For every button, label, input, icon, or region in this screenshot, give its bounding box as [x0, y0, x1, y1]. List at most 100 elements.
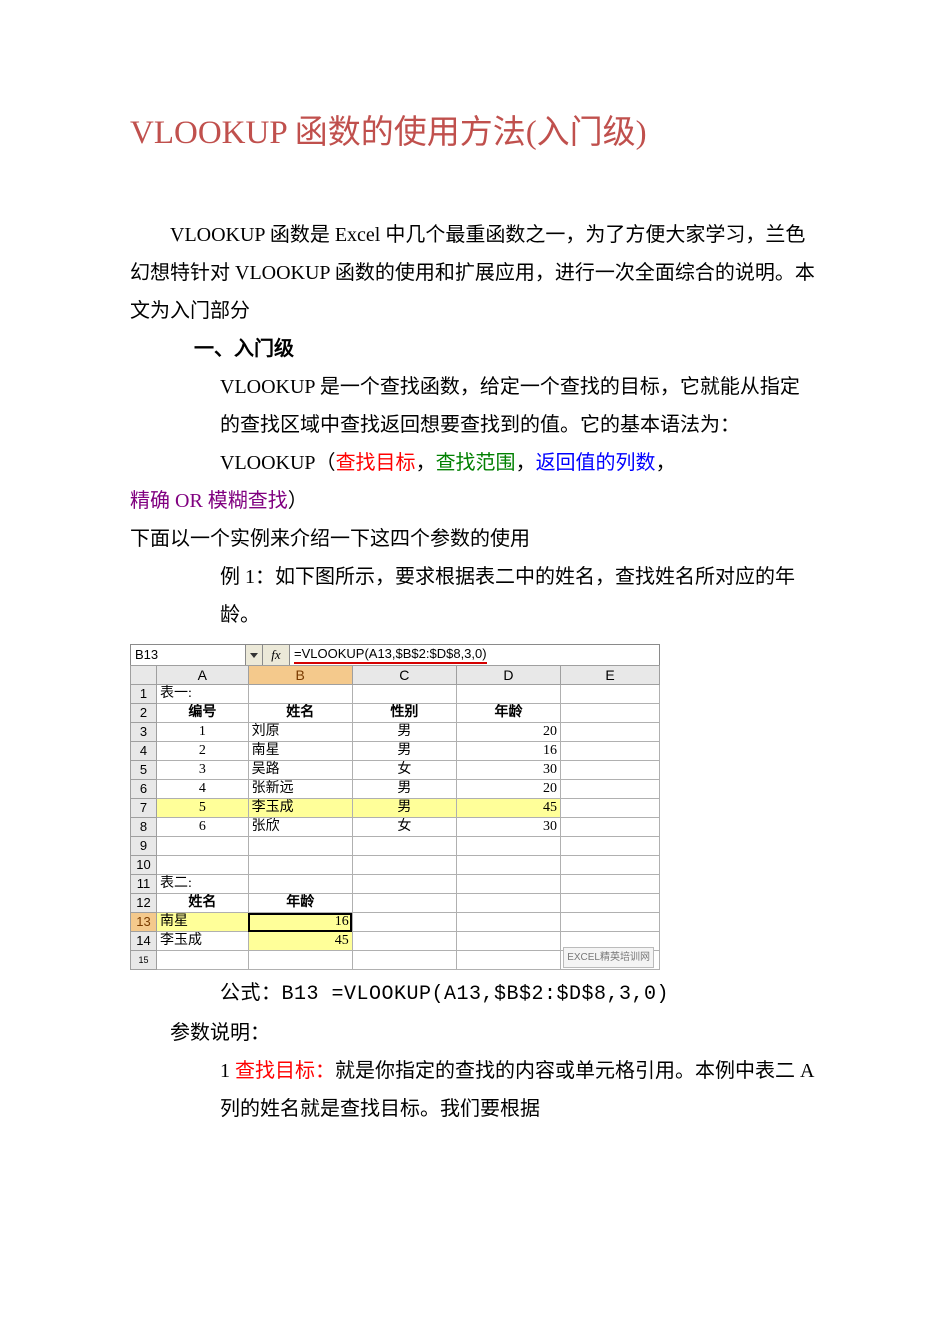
cell[interactable]: 女	[352, 818, 456, 837]
cell[interactable]	[456, 875, 560, 894]
col-header-A[interactable]: A	[157, 666, 249, 685]
cell[interactable]: 张欣	[248, 818, 352, 837]
cell[interactable]: 年龄	[248, 894, 352, 913]
cell[interactable]	[561, 856, 660, 875]
cell[interactable]: 男	[352, 723, 456, 742]
cell[interactable]	[561, 799, 660, 818]
cell[interactable]	[352, 837, 456, 856]
cell[interactable]	[352, 951, 456, 970]
col-header-D[interactable]: D	[456, 666, 560, 685]
cell[interactable]: 男	[352, 742, 456, 761]
fx-icon[interactable]: fx	[263, 645, 290, 665]
cell[interactable]	[561, 837, 660, 856]
cell[interactable]	[561, 685, 660, 704]
cell[interactable]: 4	[157, 780, 249, 799]
cell[interactable]	[248, 837, 352, 856]
cell[interactable]	[248, 951, 352, 970]
cell[interactable]	[456, 685, 560, 704]
row-header[interactable]: 14	[131, 932, 157, 951]
cell[interactable]: 南星	[157, 913, 249, 932]
row-header[interactable]: 7	[131, 799, 157, 818]
cell[interactable]	[157, 951, 249, 970]
cell[interactable]: 刘原	[248, 723, 352, 742]
cell[interactable]: 1	[157, 723, 249, 742]
cell[interactable]	[248, 685, 352, 704]
cell[interactable]	[456, 932, 560, 951]
row-header[interactable]: 4	[131, 742, 157, 761]
cell[interactable]: 16	[456, 742, 560, 761]
cell[interactable]: 30	[456, 761, 560, 780]
cell[interactable]	[352, 894, 456, 913]
row-header[interactable]: 10	[131, 856, 157, 875]
cell[interactable]: 姓名	[157, 894, 249, 913]
row-header[interactable]: 5	[131, 761, 157, 780]
cell[interactable]: 表二:	[157, 875, 249, 894]
row-header[interactable]: 2	[131, 704, 157, 723]
document-page: VLOOKUP 函数的使用方法(入门级) VLOOKUP 函数是 Excel 中…	[0, 0, 945, 1168]
active-cell[interactable]: 16	[248, 913, 352, 932]
cell[interactable]	[456, 894, 560, 913]
cell[interactable]: 表一:	[157, 685, 249, 704]
cell[interactable]	[561, 704, 660, 723]
cell[interactable]	[561, 875, 660, 894]
cell[interactable]	[561, 894, 660, 913]
cell[interactable]: 性别	[352, 704, 456, 723]
cell[interactable]: 3	[157, 761, 249, 780]
row-header[interactable]: 8	[131, 818, 157, 837]
cell[interactable]	[248, 875, 352, 894]
cell[interactable]	[561, 761, 660, 780]
cell[interactable]	[157, 856, 249, 875]
cell[interactable]: 45	[456, 799, 560, 818]
cell[interactable]: 编号	[157, 704, 249, 723]
cell[interactable]	[456, 951, 560, 970]
cell[interactable]	[352, 856, 456, 875]
cell[interactable]	[456, 837, 560, 856]
cell[interactable]: 男	[352, 799, 456, 818]
cell[interactable]: 45	[248, 932, 352, 951]
cell[interactable]: 2	[157, 742, 249, 761]
row-header[interactable]: 13	[131, 913, 157, 932]
cell[interactable]	[456, 913, 560, 932]
formula-value[interactable]: =VLOOKUP(A13,$B$2:$D$8,3,0)	[290, 645, 659, 665]
cell[interactable]	[561, 818, 660, 837]
cell[interactable]: 李玉成	[248, 799, 352, 818]
cell[interactable]: 吴路	[248, 761, 352, 780]
cell[interactable]: 年龄	[456, 704, 560, 723]
cell[interactable]: 5	[157, 799, 249, 818]
cell[interactable]: 南星	[248, 742, 352, 761]
row-header[interactable]: 12	[131, 894, 157, 913]
cell[interactable]: 李玉成	[157, 932, 249, 951]
cell[interactable]	[456, 856, 560, 875]
cell[interactable]: 30	[456, 818, 560, 837]
row-header[interactable]: 15	[131, 951, 157, 970]
cell[interactable]: 20	[456, 723, 560, 742]
col-header-C[interactable]: C	[352, 666, 456, 685]
cell[interactable]: 女	[352, 761, 456, 780]
cell[interactable]: 6	[157, 818, 249, 837]
column-header-row: A B C D E	[131, 666, 660, 685]
cell[interactable]: 张新远	[248, 780, 352, 799]
cell[interactable]	[561, 723, 660, 742]
col-header-B[interactable]: B	[248, 666, 352, 685]
cell[interactable]	[352, 932, 456, 951]
row-header[interactable]: 11	[131, 875, 157, 894]
cell[interactable]	[561, 780, 660, 799]
cell[interactable]: 姓名	[248, 704, 352, 723]
cell[interactable]	[561, 742, 660, 761]
cell[interactable]	[157, 837, 249, 856]
cell[interactable]	[352, 913, 456, 932]
col-header-E[interactable]: E	[561, 666, 660, 685]
corner-cell[interactable]	[131, 666, 157, 685]
cell[interactable]	[352, 875, 456, 894]
row-header[interactable]: 9	[131, 837, 157, 856]
row-header[interactable]: 1	[131, 685, 157, 704]
name-box-dropdown-icon[interactable]	[246, 645, 263, 665]
cell[interactable]: 20	[456, 780, 560, 799]
name-box[interactable]: B13	[131, 645, 246, 665]
cell[interactable]	[561, 913, 660, 932]
cell[interactable]: 男	[352, 780, 456, 799]
row-header[interactable]: 6	[131, 780, 157, 799]
cell[interactable]	[248, 856, 352, 875]
cell[interactable]	[352, 685, 456, 704]
row-header[interactable]: 3	[131, 723, 157, 742]
